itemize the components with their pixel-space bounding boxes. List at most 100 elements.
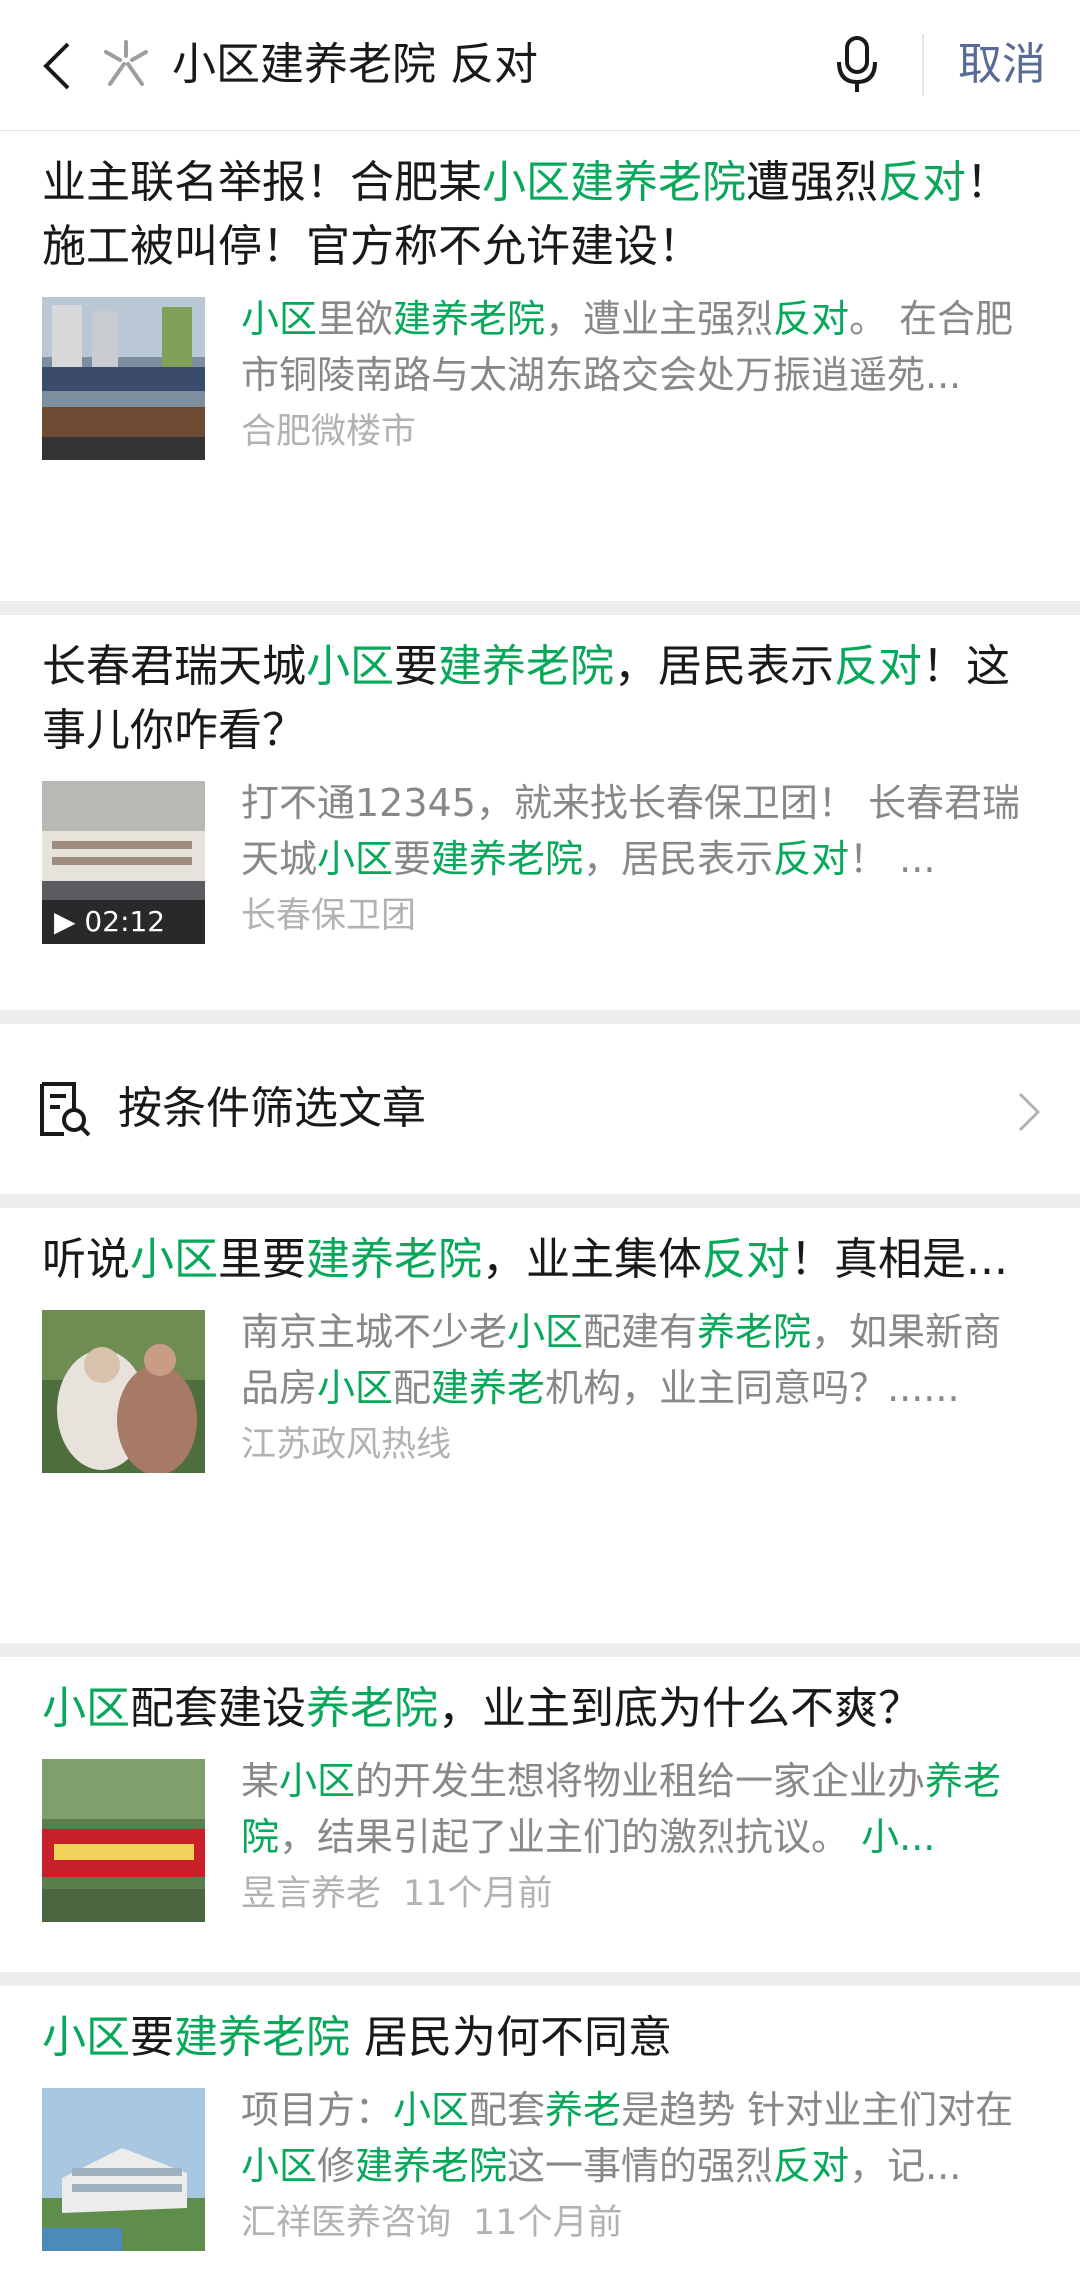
highlighted-term: 建养老院 — [355, 2144, 508, 2188]
highlighted-term: 养老院 — [697, 1310, 812, 1354]
article-thumbnail[interactable] — [42, 1759, 205, 1922]
text-run: 机构，业主同意吗？...... — [545, 1366, 960, 1410]
article-info: 南京主城不少老小区配建有养老院，如果新商品房小区配建养老机构，业主同意吗？...… — [241, 1304, 1038, 1473]
highlighted-term: 小... — [861, 1815, 936, 1859]
article-title[interactable]: 听说小区里要建养老院，业主集体反对！真相是... — [42, 1228, 1038, 1292]
text-run: 某 — [241, 1759, 280, 1803]
document-search-icon — [40, 1082, 91, 1137]
article-thumbnail[interactable]: ▶ 02:12 — [42, 781, 205, 944]
highlighted-term: 小区 — [317, 837, 394, 881]
text-run: ，遭业主强烈 — [545, 297, 774, 341]
cancel-button[interactable]: 取消 — [958, 34, 1046, 96]
source-account[interactable]: 昱言养老 — [241, 1874, 381, 1914]
text-run: 配套 — [469, 2088, 546, 2132]
search-header: 小区建养老院 反对 取消 — [0, 0, 1080, 131]
results-list: 业主联名举报！合肥某小区建养老院遭强烈反对！施工被叫停！官方称不允许建设！ 小区里… — [0, 131, 1080, 2286]
text-run: 的开发生想将物业租给一家企业办 — [355, 1759, 926, 1803]
thumbnail-image — [42, 1310, 205, 1473]
article-body: 南京主城不少老小区配建有养老院，如果新商品房小区配建养老机构，业主同意吗？...… — [42, 1304, 1038, 1473]
source-account[interactable]: 长春保卫团 — [241, 896, 416, 936]
highlighted-term: 小区 — [42, 2012, 130, 2063]
highlighted-term: 养老院 — [306, 1683, 438, 1734]
article-card[interactable]: 长春君瑞天城小区要建养老院，居民表示反对！这事儿你咋看？ ▶ 02:12 打不通12… — [0, 615, 1080, 1010]
publish-time: 11个月前 — [473, 2203, 623, 2243]
source-account[interactable]: 江苏政风热线 — [241, 1425, 451, 1465]
article-snippet: 某小区的开发生想将物业租给一家企业办养老院，结果引起了业主们的激烈抗议。 小..… — [241, 1753, 1038, 1865]
text-run: 遭强烈 — [746, 157, 878, 208]
video-duration-badge: ▶ 02:12 — [42, 900, 205, 944]
text-run: 长春君瑞天城 — [42, 641, 306, 692]
text-run: 业主联名举报！合肥某 — [42, 157, 482, 208]
text-run: 配套建设 — [130, 1683, 306, 1734]
article-body: ▶ 02:12 打不通12345，就来找长春保卫团！ 长春君瑞天城小区要建养老院，… — [42, 775, 1038, 944]
text-run: ，居民表示 — [583, 837, 774, 881]
text-run: 要 — [394, 641, 438, 692]
article-info: 项目方：小区配套养老是趋势 针对业主们对在小区修建养老院这一事情的强烈反对，记.… — [241, 2082, 1038, 2251]
text-run: 这一事情的强烈 — [507, 2144, 774, 2188]
article-snippet: 打不通12345，就来找长春保卫团！ 长春君瑞天城小区要建养老院，居民表示反对！… — [241, 775, 1038, 887]
source-account[interactable]: 汇祥医养咨询 — [241, 2203, 451, 2243]
filter-articles-row[interactable]: 按条件筛选文章 — [0, 1024, 1080, 1194]
back-arrow-icon[interactable] — [38, 40, 78, 92]
highlighted-term: 建养老院 — [393, 297, 546, 341]
article-source: 汇祥医养咨询 11个月前 — [241, 2196, 1038, 2250]
highlighted-term: 反对 — [773, 297, 850, 341]
article-body: 项目方：小区配套养老是趋势 针对业主们对在小区修建养老院这一事情的强烈反对，记.… — [42, 2082, 1038, 2251]
text-run: ！ ... — [849, 837, 936, 881]
thumbnail-image — [42, 1759, 205, 1922]
text-run: 听说 — [42, 1234, 130, 1285]
article-title[interactable]: 小区要建养老院 居民为何不同意 — [42, 2006, 1038, 2070]
article-info: 小区里欲建养老院，遭业主强烈反对。 在合肥市铜陵南路与太湖东路交会处万振逍遥苑.… — [241, 291, 1038, 460]
highlighted-term: 反对 — [878, 157, 966, 208]
highlighted-term: 小区 — [393, 2088, 470, 2132]
article-snippet: 南京主城不少老小区配建有养老院，如果新商品房小区配建养老机构，业主同意吗？...… — [241, 1304, 1038, 1416]
text-run: ，业主集体 — [482, 1234, 702, 1285]
text-run: 南京主城不少老 — [241, 1310, 508, 1354]
article-title[interactable]: 业主联名举报！合肥某小区建养老院遭强烈反对！施工被叫停！官方称不允许建设！ — [42, 151, 1038, 279]
thumbnail-image — [42, 2088, 205, 2251]
highlighted-term: 小区 — [279, 1759, 356, 1803]
highlighted-term: 小区建养老院 — [482, 157, 746, 208]
header-divider — [922, 34, 924, 96]
article-card[interactable]: 业主联名举报！合肥某小区建养老院遭强烈反对！施工被叫停！官方称不允许建设！ 小区里… — [0, 131, 1080, 601]
publish-time: 11个月前 — [403, 1874, 553, 1914]
article-title[interactable]: 小区配套建设养老院，业主到底为什么不爽？ — [42, 1677, 1038, 1741]
highlighted-term: 小区 — [130, 1234, 218, 1285]
search-input[interactable]: 小区建养老院 反对 — [172, 34, 538, 96]
article-thumbnail[interactable] — [42, 2088, 205, 2251]
article-body: 小区里欲建养老院，遭业主强烈反对。 在合肥市铜陵南路与太湖东路交会处万振逍遥苑.… — [42, 291, 1038, 460]
article-thumbnail[interactable] — [42, 1310, 205, 1473]
highlighted-term: 反对 — [702, 1234, 790, 1285]
text-run: 要 — [130, 2012, 174, 2063]
highlighted-term: 建养老院 — [306, 1234, 482, 1285]
text-run: 里要 — [218, 1234, 306, 1285]
article-snippet: 项目方：小区配套养老是趋势 针对业主们对在小区修建养老院这一事情的强烈反对，记.… — [241, 2082, 1038, 2194]
search-app-icon — [104, 40, 148, 86]
highlighted-term: 建养老院 — [438, 641, 614, 692]
highlighted-term: 反对 — [834, 641, 922, 692]
article-title[interactable]: 长春君瑞天城小区要建养老院，居民表示反对！这事儿你咋看？ — [42, 635, 1038, 763]
text-run: ，结果引起了业主们的激烈抗议。 — [279, 1815, 862, 1859]
article-card[interactable]: 小区要建养老院 居民为何不同意项目方：小区配套养老是趋势 针对业主们对在小区修建… — [0, 1986, 1080, 2286]
article-source: 长春保卫团 — [241, 889, 1038, 943]
article-info: 某小区的开发生想将物业租给一家企业办养老院，结果引起了业主们的激烈抗议。 小..… — [241, 1753, 1038, 1922]
highlighted-term: 小区 — [306, 641, 394, 692]
highlighted-term: 反对 — [773, 837, 850, 881]
article-source: 昱言养老 11个月前 — [241, 1867, 1038, 1921]
article-body: 某小区的开发生想将物业租给一家企业办养老院，结果引起了业主们的激烈抗议。 小..… — [42, 1753, 1038, 1922]
text-run: 配建有 — [583, 1310, 698, 1354]
highlighted-term: 小区 — [317, 1366, 394, 1410]
text-run: ，记... — [849, 2144, 962, 2188]
highlighted-term: 建养老院 — [174, 2012, 350, 2063]
text-run: 项目方： — [241, 2088, 394, 2132]
article-card[interactable]: 小区配套建设养老院，业主到底为什么不爽？ 某小区的开发生想将物业租给一家企业办养老… — [0, 1657, 1080, 1972]
article-card[interactable]: 听说小区里要建养老院，业主集体反对！真相是... 南京主城不少老小区配建有养老院，… — [0, 1208, 1080, 1643]
microphone-icon[interactable] — [830, 34, 884, 96]
article-thumbnail[interactable] — [42, 297, 205, 460]
highlighted-term: 小区 — [241, 2144, 318, 2188]
text-run: 配 — [393, 1366, 432, 1410]
highlighted-term: 养老 — [545, 2088, 622, 2132]
chevron-right-icon — [1018, 1092, 1041, 1132]
source-account[interactable]: 合肥微楼市 — [241, 412, 416, 452]
text-run: 修 — [317, 2144, 356, 2188]
